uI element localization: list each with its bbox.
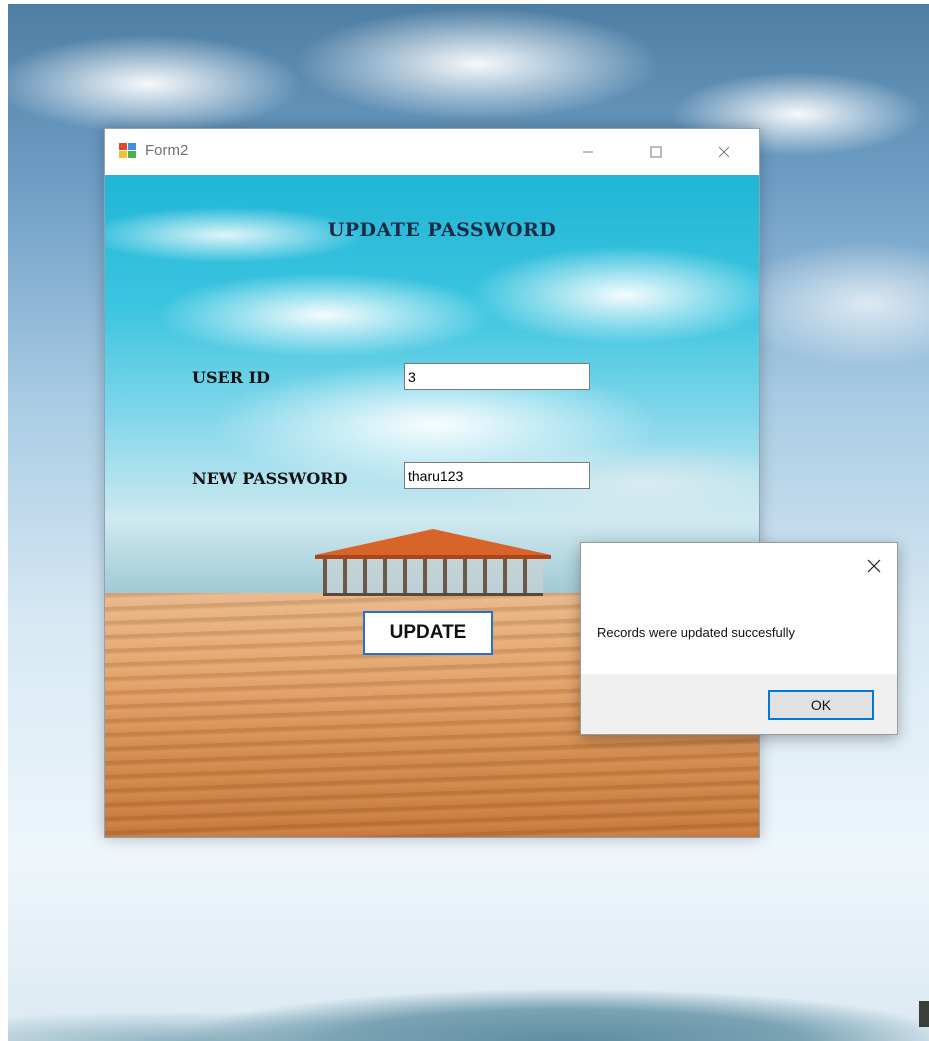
wallpaper-hills: [8, 921, 929, 1041]
user-id-label: USER ID: [192, 368, 270, 387]
new-password-input[interactable]: [404, 462, 590, 489]
message-footer: OK: [581, 674, 897, 734]
window-title: Form2: [145, 142, 189, 159]
ok-button[interactable]: OK: [768, 690, 874, 720]
app-icon: [119, 143, 137, 159]
maximize-button[interactable]: [633, 129, 679, 175]
close-icon: [867, 559, 881, 573]
close-icon: [718, 146, 730, 158]
message-close-button[interactable]: [857, 549, 891, 583]
update-button[interactable]: UPDATE: [363, 611, 493, 655]
minimize-icon: [583, 151, 593, 153]
wallpaper-corner-mark: [919, 1001, 929, 1027]
new-password-label: NEW PASSWORD: [192, 469, 348, 488]
minimize-button[interactable]: [565, 129, 611, 175]
user-id-input[interactable]: [404, 363, 590, 390]
title-bar[interactable]: Form2: [105, 129, 759, 175]
message-box: Records were updated succesfully OK: [580, 542, 898, 735]
form-background: UPDATE PASSWORD USER ID NEW PASSWORD UPD…: [105, 175, 759, 837]
close-button[interactable]: [701, 129, 747, 175]
page-title: UPDATE PASSWORD: [327, 219, 557, 241]
message-text: Records were updated succesfully: [597, 625, 795, 640]
maximize-icon: [650, 146, 662, 158]
gazebo-image: [315, 529, 551, 596]
